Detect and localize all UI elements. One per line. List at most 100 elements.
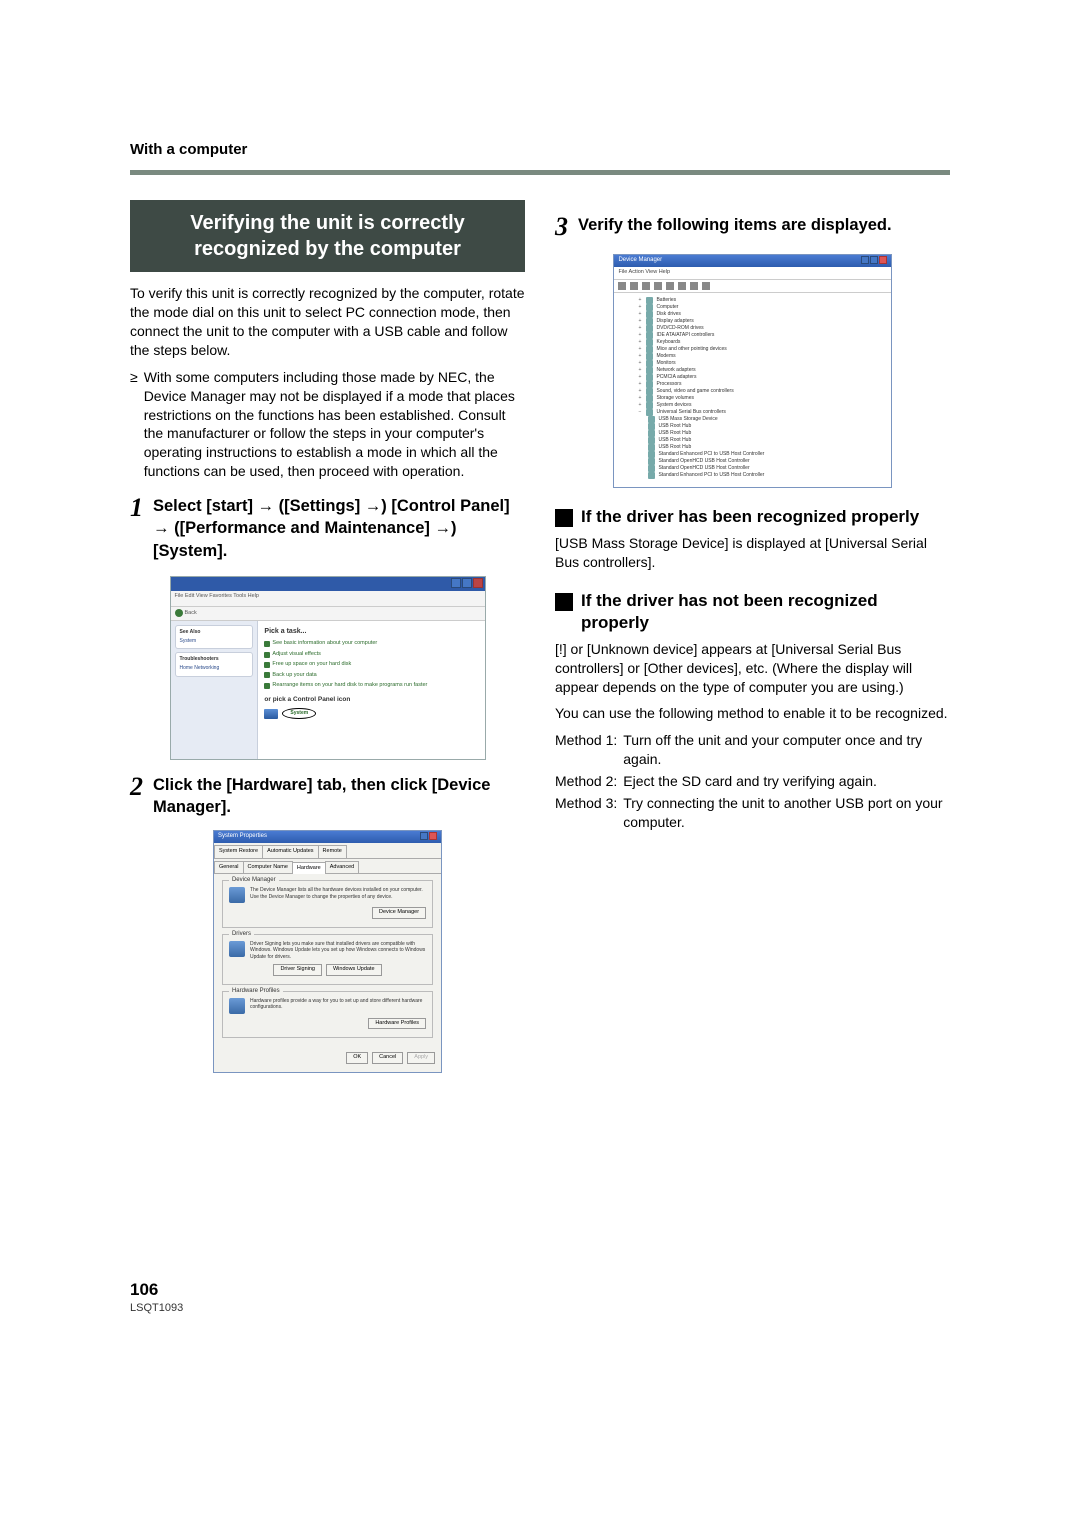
tree-node: +Sound, video and game controllers (636, 388, 884, 395)
sysprop-title: System Properties (218, 832, 267, 842)
toolbar-icon (630, 282, 638, 290)
bullet-text: With some computers including those made… (144, 368, 525, 481)
not-recognized-p1: [!] or [Unknown device] appears at [Univ… (555, 640, 950, 697)
square-marker-icon (555, 593, 573, 611)
tree-node: +Storage volumes (636, 395, 884, 402)
step-1-number: 1 (130, 495, 143, 521)
tree-node: +Display adapters (636, 318, 884, 325)
tab: Advanced (325, 861, 359, 873)
usb-device-icon (648, 444, 655, 451)
step-1-text: Select [start] → ([Settings] →) [Control… (153, 495, 525, 562)
intro-text: To verify this unit is correctly recogni… (130, 284, 525, 360)
back-icon (175, 609, 183, 617)
tree-leaf: Standard Enhanced PCI to USB Host Contro… (648, 472, 884, 479)
tree-leaf: USB Root Hub (648, 437, 884, 444)
step-3-text: Verify the following items are displayed… (578, 214, 892, 236)
subheading-text: If the driver has not been recognized pr… (581, 590, 950, 634)
tree-leaf: Standard OpenHCD USB Host Controller (648, 458, 884, 465)
task-icon (264, 683, 270, 689)
group-drivers: Drivers Driver Signing lets you make sur… (222, 934, 433, 985)
hw-profiles-button: Hardware Profiles (368, 1018, 426, 1029)
square-marker-icon (555, 509, 573, 527)
sysprop-tabs-row2: General Computer Name Hardware Advanced (214, 859, 441, 874)
device-tree: +Batteries+Computer+Disk drives+Display … (614, 293, 890, 487)
tree-node: +Batteries (636, 297, 884, 304)
usb-device-icon (648, 465, 655, 472)
toolbar-icon (666, 282, 674, 290)
tab: Automatic Updates (262, 845, 318, 857)
tree-node: +IDE ATA/ATAPI controllers (636, 332, 884, 339)
device-category-icon (646, 353, 653, 360)
group-legend: Drivers (229, 930, 254, 938)
task-icon (264, 652, 270, 658)
cp-side-item: System (180, 638, 249, 645)
section-label: With a computer (130, 140, 950, 160)
device-category-icon (646, 325, 653, 332)
devmgr-toolbar (614, 280, 890, 293)
tree-node: +Keyboards (636, 339, 884, 346)
tab: Computer Name (243, 861, 293, 873)
device-manager-screenshot: Device Manager File Action View Help +Ba… (595, 254, 911, 487)
toolbar-icon (654, 282, 662, 290)
tree-node: +Monitors (636, 360, 884, 367)
device-category-icon (646, 402, 653, 409)
method-1: Method 1: Turn off the unit and your com… (555, 731, 950, 769)
device-category-icon (646, 395, 653, 402)
devmgr-titlebar: Device Manager (614, 255, 890, 267)
toolbar-icon (690, 282, 698, 290)
cp-side-title-2: Troubleshooters (180, 656, 249, 663)
step-3: 3 Verify the following items are display… (555, 214, 950, 240)
subheading-recognized: If the driver has been recognized proper… (555, 506, 950, 528)
task-icon (264, 672, 270, 678)
task-icon (264, 662, 270, 668)
usb-device-icon (648, 437, 655, 444)
control-panel-screenshot: File Edit View Favorites Tools Help Back… (170, 576, 486, 760)
tree-node: +Processors (636, 381, 884, 388)
pick-task-heading: Pick a task... (264, 627, 478, 636)
back-label: Back (185, 610, 197, 617)
cp-side-title-1: See Also (180, 629, 249, 636)
cp-sidebar: See Also System Troubleshooters Home Net… (171, 621, 259, 759)
usb-device-icon (648, 423, 655, 430)
tree-node: +Modems (636, 353, 884, 360)
tree-node: +Computer (636, 304, 884, 311)
device-category-icon (646, 311, 653, 318)
windows-update-button: Windows Update (326, 964, 382, 975)
device-category-icon (646, 409, 653, 416)
tree-leaf: USB Root Hub (648, 444, 884, 451)
group-legend: Hardware Profiles (229, 987, 283, 995)
section-divider (130, 170, 950, 175)
drivers-icon (229, 941, 245, 957)
usb-device-icon (648, 472, 655, 479)
bullet-dot: ≥ (130, 368, 138, 481)
toolbar-icon (702, 282, 710, 290)
method-2: Method 2: Eject the SD card and try veri… (555, 772, 950, 791)
method-text: Try connecting the unit to another USB p… (623, 794, 950, 832)
group-text: Driver Signing lets you make sure that i… (250, 941, 426, 961)
devmgr-title: Device Manager (618, 256, 662, 266)
devmgr-menubar: File Action View Help (614, 267, 890, 279)
footer: 106 LSQT1093 (130, 1279, 950, 1317)
task-item: Free up space on your hard disk (272, 661, 351, 668)
usb-device-icon (648, 416, 655, 423)
group-text: The Device Manager lists all the hardwar… (250, 887, 426, 900)
system-properties-screenshot: System Properties System Restore Automat… (213, 830, 442, 1072)
device-category-icon (646, 318, 653, 325)
device-category-icon (646, 374, 653, 381)
toolbar-icon (678, 282, 686, 290)
subheading-text: If the driver has been recognized proper… (581, 506, 919, 528)
system-oval-highlight: System (282, 708, 316, 719)
bullet-note: ≥ With some computers including those ma… (130, 368, 525, 481)
toolbar-icon (642, 282, 650, 290)
cancel-button: Cancel (372, 1052, 403, 1063)
device-manager-icon (229, 887, 245, 903)
tree-leaf: Standard Enhanced PCI to USB Host Contro… (648, 451, 884, 458)
device-category-icon (646, 381, 653, 388)
tree-node: +PCMCIA adapters (636, 374, 884, 381)
cp-side-item: Home Networking (180, 665, 249, 672)
device-category-icon (646, 304, 653, 311)
task-icon (264, 641, 270, 647)
group-device-manager: Device Manager The Device Manager lists … (222, 880, 433, 927)
cp-navbar: Back (171, 607, 485, 621)
device-category-icon (646, 339, 653, 346)
